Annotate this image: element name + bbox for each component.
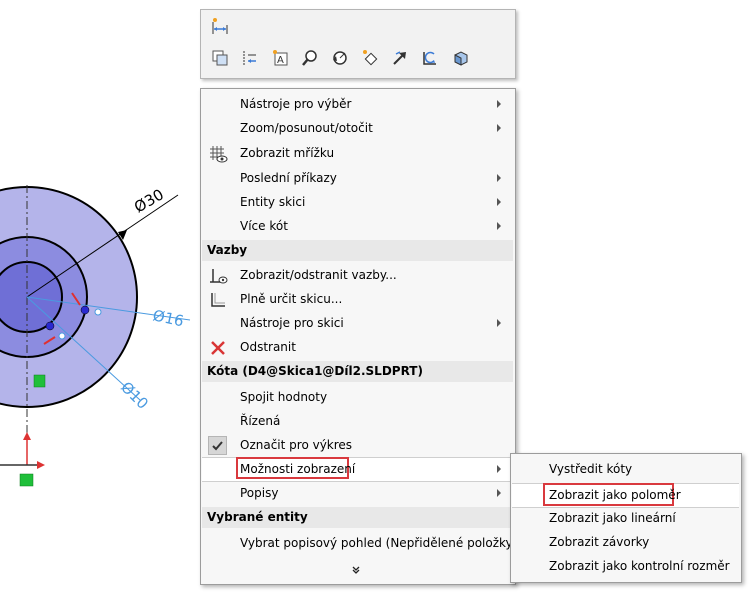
menu-item-label: Nástroje pro výběr: [240, 97, 352, 111]
menu-item-label: Spojit hodnoty: [240, 390, 328, 404]
submenu-arrow-icon: [497, 319, 501, 327]
menu-item-label: Popisy: [240, 486, 279, 500]
delete-icon: [208, 338, 228, 358]
menu-item-label: Zobrazit/odstranit vazby...: [240, 268, 397, 282]
expand-menu-icon[interactable]: [351, 565, 361, 578]
dimension-middle-value[interactable]: 16: [163, 309, 185, 331]
select-tool-icon[interactable]: [359, 47, 381, 69]
inner-circle[interactable]: [0, 261, 63, 333]
menu-item-label: Označit pro výkres: [240, 438, 353, 452]
grid-icon: [208, 144, 228, 164]
rotate-view-icon[interactable]: [329, 47, 351, 69]
undo-view-icon[interactable]: [419, 47, 441, 69]
menu-item-label: Zobrazit mřížku: [240, 146, 335, 160]
submenu-item-show-as-radius[interactable]: Zobrazit jako poloměr: [512, 483, 739, 508]
menu-item-fully-define-sketch[interactable]: Plně určit skicu...: [202, 288, 513, 311]
smart-dimension-icon[interactable]: [209, 16, 231, 38]
context-toolbar: A: [200, 9, 516, 79]
menu-item-sketch-tools[interactable]: Nástroje pro skici: [202, 312, 513, 335]
menu-item-label: Plně určit skicu...: [240, 292, 343, 306]
pan-icon[interactable]: [389, 47, 411, 69]
menu-item-selection-tools[interactable]: Nástroje pro výběr: [202, 93, 513, 116]
section-header-dimension: Kóta (D4@Skica1@Díl2.SLDPRT): [202, 361, 513, 382]
menu-item-label: Zobrazit jako kontrolní rozměr: [549, 559, 730, 573]
submenu-arrow-icon: [497, 174, 501, 182]
submenu-arrow-icon: [497, 222, 501, 230]
svg-text:A: A: [277, 55, 284, 66]
submenu-arrow-icon: [497, 198, 501, 206]
submenu-arrow-icon: [497, 124, 501, 132]
copy-icon[interactable]: [209, 47, 231, 69]
menu-item-link-values[interactable]: Spojit hodnoty: [202, 386, 513, 409]
menu-item-zoom-pan-rotate[interactable]: Zoom/posunout/otočit: [202, 117, 513, 140]
menu-item-label: Zoom/posunout/otočit: [240, 121, 373, 135]
menu-item-label: Odstranit: [240, 340, 296, 354]
submenu-item-show-as-linear[interactable]: Zobrazit jako lineární: [512, 507, 739, 530]
submenu-item-show-parentheses[interactable]: Zobrazit závorky: [512, 531, 739, 554]
submenu-arrow-icon: [497, 465, 501, 473]
submenu-arrow-icon: [497, 489, 501, 497]
menu-item-label: Možnosti zobrazení: [240, 462, 356, 476]
relations-icon: [208, 266, 228, 286]
context-menu: Nástroje pro výběr Zoom/posunout/otočit …: [200, 88, 517, 585]
section-title: Vazby: [207, 243, 248, 257]
menu-item-mark-for-drawing[interactable]: Označit pro výkres: [202, 434, 513, 457]
menu-item-more-dimensions[interactable]: Více kót: [202, 215, 513, 238]
menu-item-label: Zobrazit jako lineární: [549, 511, 676, 525]
menu-item-label: Nástroje pro skici: [240, 316, 344, 330]
section-header-selected-entities: Vybrané entity: [202, 507, 513, 528]
menu-item-show-grid[interactable]: Zobrazit mřížku: [202, 142, 513, 165]
menu-item-display-options[interactable]: Možnosti zobrazení: [202, 457, 513, 482]
align-icon[interactable]: [239, 47, 261, 69]
menu-item-label: Vystředit kóty: [549, 462, 633, 476]
display-options-submenu: Vystředit kóty Zobrazit jako poloměr Zob…: [510, 453, 742, 583]
section-title: Kóta (D4@Skica1@Díl2.SLDPRT): [207, 364, 423, 378]
submenu-arrow-icon: [497, 100, 501, 108]
section-header-relations: Vazby: [202, 240, 513, 261]
menu-item-recent-commands[interactable]: Poslední příkazy: [202, 167, 513, 190]
submenu-item-show-as-inspection[interactable]: Zobrazit jako kontrolní rozměr: [512, 555, 739, 578]
menu-item-label: Vybrat popisový pohled (Nepřidělené polo…: [240, 536, 518, 550]
menu-item-label: Poslední příkazy: [240, 171, 337, 185]
annotation-icon[interactable]: A: [269, 47, 291, 69]
view-cube-icon[interactable]: [449, 47, 471, 69]
check-icon: [208, 436, 227, 455]
menu-item-annotations[interactable]: Popisy: [202, 482, 513, 505]
fully-define-icon: [208, 290, 228, 310]
menu-item-sketch-entities[interactable]: Entity skici: [202, 191, 513, 214]
menu-item-select-annotation-view[interactable]: Vybrat popisový pohled (Nepřidělené polo…: [202, 532, 517, 555]
menu-item-label: Zobrazit jako poloměr: [549, 488, 681, 502]
menu-item-delete[interactable]: Odstranit: [202, 336, 513, 359]
section-title: Vybrané entity: [207, 510, 308, 524]
menu-item-label: Více kót: [240, 219, 288, 233]
menu-item-label: Řízená: [240, 414, 281, 428]
zoom-icon[interactable]: [299, 47, 321, 69]
menu-item-label: Entity skici: [240, 195, 306, 209]
menu-item-display-delete-relations[interactable]: Zobrazit/odstranit vazby...: [202, 264, 513, 287]
menu-item-driven[interactable]: Řízená: [202, 410, 513, 433]
menu-item-label: Zobrazit závorky: [549, 535, 650, 549]
submenu-item-center-dimensions[interactable]: Vystředit kóty: [512, 458, 739, 481]
